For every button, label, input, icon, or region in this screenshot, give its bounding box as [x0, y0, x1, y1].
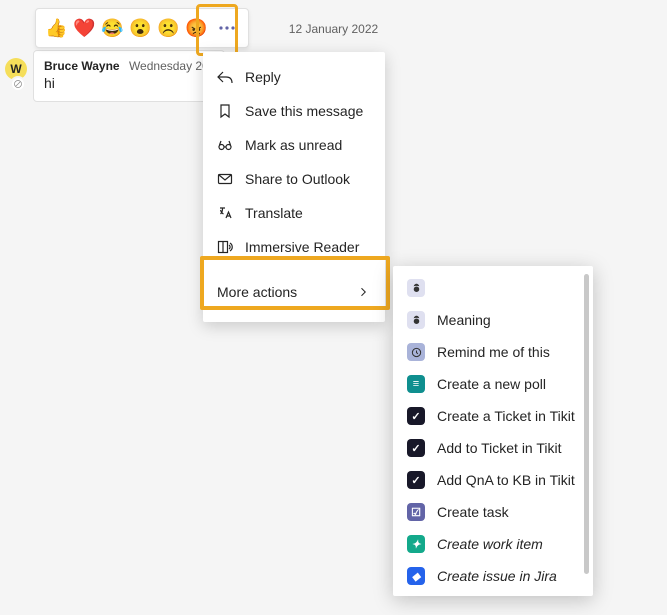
app-icon [407, 279, 425, 297]
menu-item-reply[interactable]: Reply [203, 60, 385, 94]
submenu-label: Create a new poll [437, 376, 546, 392]
reaction-bar: 👍 ❤️ 😂 😮 ☹️ 😡 [35, 8, 249, 48]
glasses-icon [217, 137, 233, 153]
submenu-label: Create a Ticket in Tikit [437, 408, 575, 424]
submenu-label: Create issue in Jira [437, 568, 557, 584]
chevron-right-icon [355, 284, 371, 300]
menu-label: Share to Outlook [245, 171, 350, 187]
submenu-label: Remind me of this [437, 344, 550, 360]
submenu-item-ticket-add[interactable]: ✓ Add to Ticket in Tikit [393, 432, 593, 464]
submenu-item-poll[interactable]: ≡ Create a new poll [393, 368, 593, 400]
menu-label: Immersive Reader [245, 239, 359, 255]
tikit-icon: ✓ [407, 407, 425, 425]
menu-label: Save this message [245, 103, 363, 119]
clock-icon [407, 343, 425, 361]
submenu-item-remind[interactable]: Remind me of this [393, 336, 593, 368]
immersive-reader-icon [217, 239, 233, 255]
message-actions-menu: Reply Save this message Mark as unread S… [203, 52, 385, 322]
message-timestamp: Wednesday 20 [129, 59, 209, 73]
bookmark-icon [217, 103, 233, 119]
menu-label: Translate [245, 205, 303, 221]
menu-item-more-actions[interactable]: More actions [203, 270, 385, 314]
submenu-scrollbar[interactable] [584, 274, 589, 574]
reaction-laugh-icon[interactable]: 😂 [101, 17, 123, 39]
menu-item-save[interactable]: Save this message [203, 94, 385, 128]
reaction-angry-icon[interactable]: 😡 [185, 17, 207, 39]
menu-label: Reply [245, 69, 281, 85]
poll-icon: ≡ [407, 375, 425, 393]
submenu-item-create-task[interactable]: ☑ Create task [393, 496, 593, 528]
translate-icon [217, 205, 233, 221]
message-author: Bruce Wayne [44, 59, 120, 73]
submenu-label: Meaning [437, 312, 491, 328]
submenu-item-meaning[interactable]: Meaning [393, 304, 593, 336]
message-body: hi [44, 75, 214, 91]
submenu-label: Add QnA to KB in Tikit [437, 472, 575, 488]
reaction-heart-icon[interactable]: ❤️ [73, 17, 95, 39]
more-actions-submenu: Meaning Remind me of this ≡ Create a new… [393, 266, 593, 596]
reaction-like-icon[interactable]: 👍 [45, 17, 67, 39]
chat-message[interactable]: Bruce Wayne Wednesday 20 hi [33, 50, 225, 102]
azure-devops-icon: ✦ [407, 535, 425, 553]
menu-item-translate[interactable]: Translate [203, 196, 385, 230]
menu-item-share-outlook[interactable]: Share to Outlook [203, 162, 385, 196]
tikit-icon: ✓ [407, 471, 425, 489]
submenu-label: Create work item [437, 536, 543, 552]
submenu-item-work-item[interactable]: ✦ Create work item [393, 528, 593, 560]
reaction-surprised-icon[interactable]: 😮 [129, 17, 151, 39]
message-header: Bruce Wayne Wednesday 20 [44, 59, 214, 73]
submenu-item-jira[interactable]: ◆ Create issue in Jira [393, 560, 593, 592]
submenu-label: Create task [437, 504, 509, 520]
tasks-icon: ☑ [407, 503, 425, 521]
submenu-item-ticket-create[interactable]: ✓ Create a Ticket in Tikit [393, 400, 593, 432]
mail-icon [217, 171, 233, 187]
reply-icon [217, 69, 233, 85]
menu-label: More actions [217, 284, 297, 300]
presence-badge [10, 76, 26, 92]
submenu-item-app-blank[interactable] [393, 272, 593, 304]
submenu-label: Add to Ticket in Tikit [437, 440, 562, 456]
tikit-icon: ✓ [407, 439, 425, 457]
ellipsis-icon [219, 20, 235, 36]
more-options-button[interactable] [212, 13, 242, 43]
app-icon [407, 311, 425, 329]
menu-item-mark-unread[interactable]: Mark as unread [203, 128, 385, 162]
submenu-item-qna[interactable]: ✓ Add QnA to KB in Tikit [393, 464, 593, 496]
menu-label: Mark as unread [245, 137, 342, 153]
reaction-sad-icon[interactable]: ☹️ [157, 17, 179, 39]
menu-item-immersive-reader[interactable]: Immersive Reader [203, 230, 385, 264]
jira-icon: ◆ [407, 567, 425, 585]
